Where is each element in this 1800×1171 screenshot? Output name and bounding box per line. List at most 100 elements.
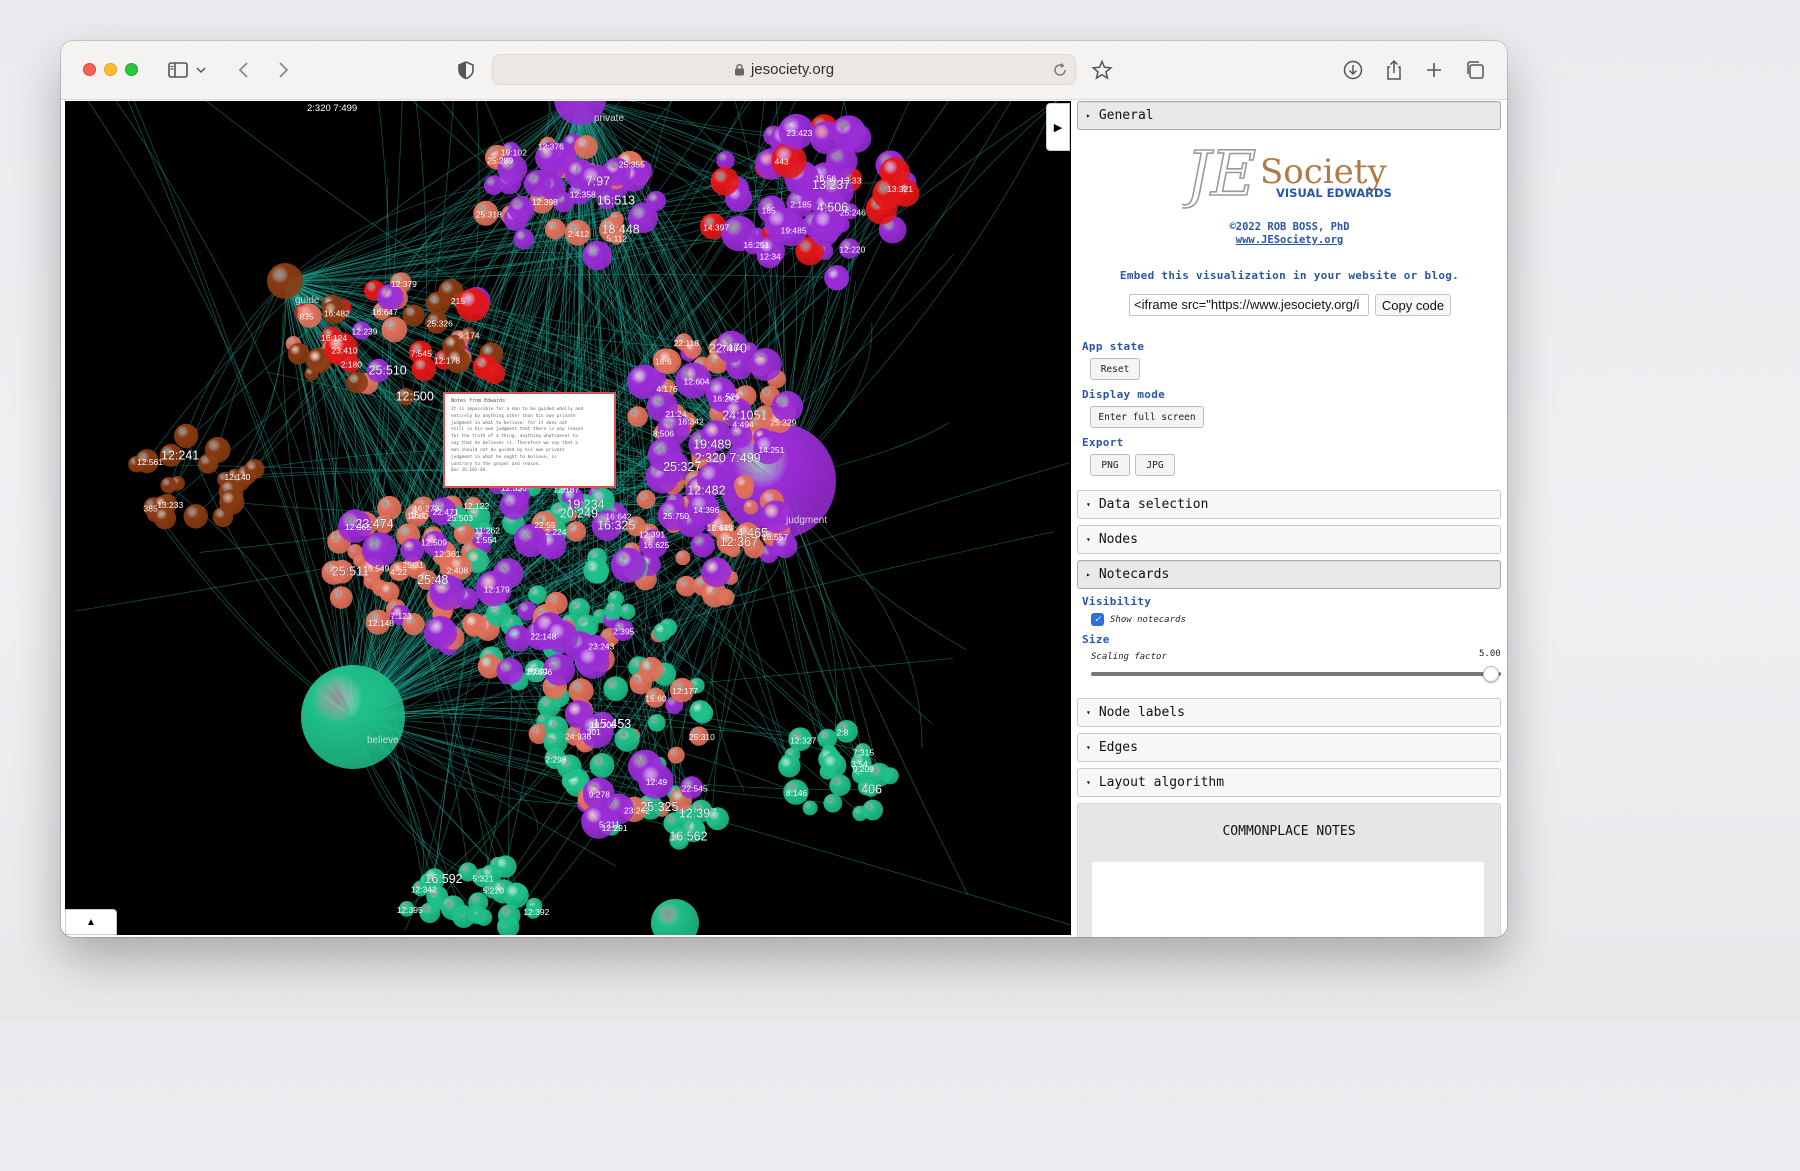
graph-node[interactable]: [821, 752, 847, 779]
fullscreen-window-button[interactable]: [125, 63, 138, 76]
shield-icon[interactable]: [453, 57, 479, 83]
graph-node[interactable]: [402, 304, 425, 327]
network-visualization[interactable]: believe judgment private guide 2:320 7:499 1:…: [65, 101, 1071, 935]
graph-node[interactable]: [610, 547, 647, 583]
graph-node[interactable]: [462, 613, 487, 637]
graph-node[interactable]: [204, 437, 231, 463]
network-graph[interactable]: believe judgment private guide 2:320 7:499 1:…: [65, 101, 1071, 935]
graph-node[interactable]: [503, 882, 529, 909]
back-icon[interactable]: [231, 57, 257, 83]
graph-node[interactable]: [603, 676, 629, 702]
graph-node[interactable]: [667, 746, 685, 764]
bookmark-star-icon[interactable]: [1089, 57, 1115, 83]
graph-node[interactable]: [568, 678, 594, 704]
graph-node[interactable]: [528, 585, 547, 604]
graph-node[interactable]: [647, 714, 666, 732]
graph-node[interactable]: [749, 348, 782, 381]
hub-node[interactable]: [267, 263, 303, 299]
commonplace-notes-area[interactable]: [1092, 862, 1484, 937]
graph-node[interactable]: [330, 586, 353, 609]
hub-node[interactable]: [301, 665, 405, 769]
download-icon[interactable]: [1340, 57, 1366, 83]
graph-node[interactable]: [508, 195, 535, 223]
graph-node[interactable]: [523, 169, 552, 198]
section-layout-algorithm[interactable]: ▾ Layout algorithm: [1077, 768, 1501, 797]
graph-node[interactable]: [544, 218, 566, 240]
graph-node[interactable]: [862, 799, 884, 821]
graph-node[interactable]: [411, 356, 437, 382]
graph-node[interactable]: [472, 354, 498, 380]
scaling-factor-thumb[interactable]: [1483, 666, 1499, 682]
new-tab-icon[interactable]: [1421, 57, 1447, 83]
graph-node[interactable]: [494, 855, 517, 878]
graph-node[interactable]: [676, 575, 697, 597]
graph-node[interactable]: [513, 228, 535, 250]
graph-node[interactable]: [440, 895, 466, 921]
graph-node[interactable]: [831, 115, 866, 150]
graph-node[interactable]: [565, 521, 587, 542]
graph-node[interactable]: [583, 557, 610, 584]
graph-node[interactable]: [817, 728, 838, 749]
tabs-overview-icon[interactable]: [1462, 57, 1488, 83]
show-notecards-row[interactable]: ✓ Show notecards: [1091, 613, 1186, 626]
address-bar[interactable]: jesociety.org: [492, 54, 1076, 85]
graph-node[interactable]: [346, 371, 369, 394]
graph-node[interactable]: [589, 753, 615, 778]
hub-node[interactable]: [651, 899, 699, 935]
section-edges[interactable]: ▾ Edges: [1077, 733, 1501, 762]
graph-node[interactable]: [379, 581, 400, 603]
graph-node[interactable]: [543, 730, 568, 755]
graph-node[interactable]: [582, 240, 613, 271]
graph-node[interactable]: [160, 477, 177, 494]
graph-node[interactable]: [778, 755, 801, 778]
chevron-down-icon[interactable]: [194, 57, 208, 83]
graph-node[interactable]: [716, 151, 735, 170]
export-jpg-button[interactable]: JPG: [1135, 454, 1175, 476]
share-icon[interactable]: [1381, 57, 1407, 83]
graph-node[interactable]: [689, 700, 712, 722]
minimize-window-button[interactable]: [104, 63, 117, 76]
forward-icon[interactable]: [270, 57, 296, 83]
graph-node[interactable]: [636, 490, 656, 509]
sidebar-icon[interactable]: [165, 57, 191, 83]
graph-node[interactable]: [653, 622, 672, 642]
graph-node[interactable]: [499, 490, 529, 520]
graph-node[interactable]: [734, 475, 754, 495]
section-general[interactable]: ▸ General: [1077, 101, 1501, 130]
copy-code-button[interactable]: Copy code: [1375, 294, 1451, 316]
graph-node[interactable]: [823, 793, 843, 813]
section-data-selection[interactable]: ▾ Data selection: [1077, 490, 1501, 519]
reload-icon[interactable]: [1051, 61, 1069, 79]
full-screen-button[interactable]: Enter full screen: [1090, 406, 1204, 428]
reset-button[interactable]: Reset: [1090, 358, 1140, 380]
graph-node[interactable]: [701, 557, 732, 588]
graph-node[interactable]: [824, 265, 850, 291]
embed-code-input[interactable]: <iframe src="https://www.jesociety.org/i: [1129, 294, 1369, 316]
collapse-panel-button[interactable]: ▶: [1046, 103, 1070, 151]
graph-node[interactable]: [496, 657, 524, 685]
graph-node[interactable]: [604, 601, 623, 620]
graph-node[interactable]: [627, 406, 648, 427]
expand-bottom-button[interactable]: ▲: [65, 909, 117, 935]
graph-node[interactable]: [710, 167, 740, 196]
section-notecards[interactable]: ▸ Notecards: [1077, 560, 1501, 589]
graph-node[interactable]: [361, 532, 398, 568]
graph-node[interactable]: [219, 489, 245, 515]
graph-node[interactable]: [424, 615, 458, 650]
export-png-button[interactable]: PNG: [1090, 454, 1130, 476]
graph-node[interactable]: [638, 656, 664, 682]
graph-node[interactable]: [574, 135, 598, 159]
graph-node[interactable]: [183, 504, 208, 529]
section-node-labels[interactable]: ▾ Node labels: [1077, 698, 1501, 727]
graph-node[interactable]: [174, 423, 199, 449]
graph-node[interactable]: [802, 800, 818, 816]
notecard-popup[interactable]: Notes from Edwards It is impossible for …: [443, 392, 616, 488]
scaling-factor-track[interactable]: [1091, 672, 1501, 676]
website-link[interactable]: www.JESociety.org: [1072, 234, 1507, 246]
section-nodes[interactable]: ▾ Nodes: [1077, 525, 1501, 554]
graph-node[interactable]: [675, 550, 691, 566]
graph-node[interactable]: [381, 316, 408, 343]
graph-node[interactable]: [743, 500, 758, 515]
close-window-button[interactable]: [83, 63, 96, 76]
show-notecards-checkbox[interactable]: ✓: [1091, 613, 1104, 626]
